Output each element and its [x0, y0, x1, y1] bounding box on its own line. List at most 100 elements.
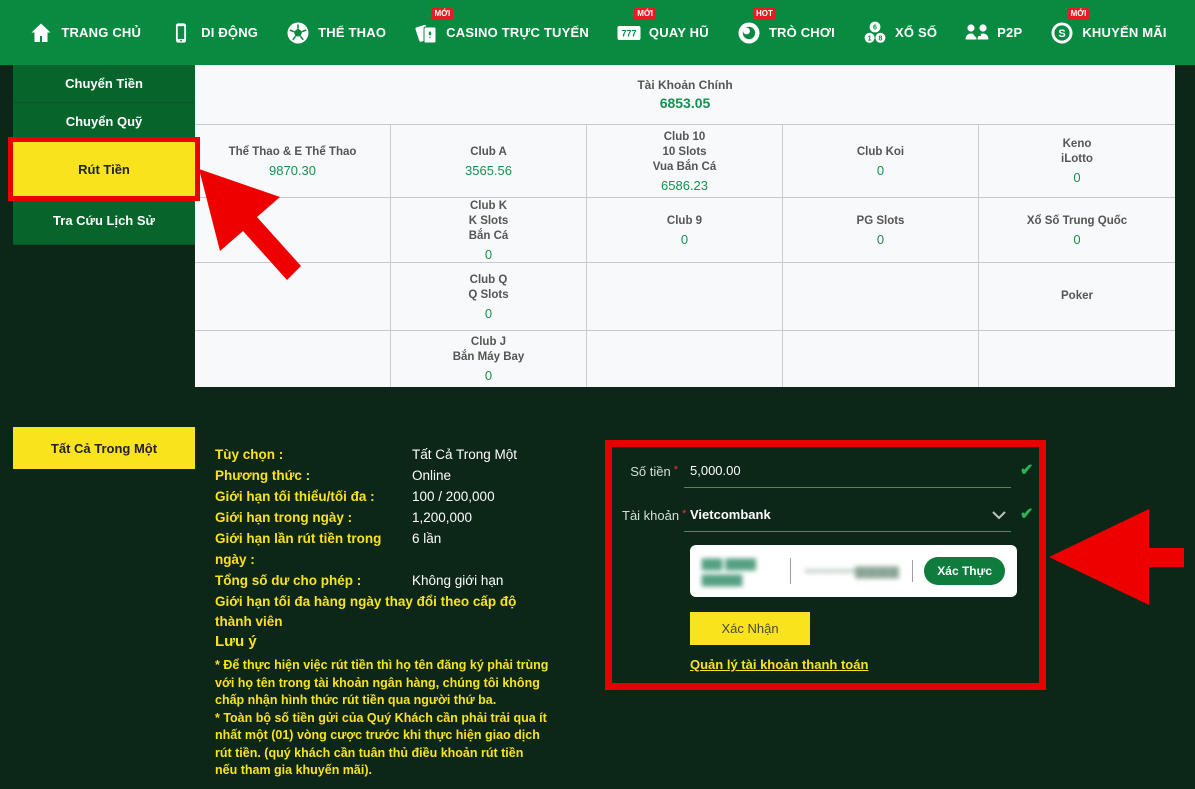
sidebar-item-rut-tien[interactable]: Rút Tiền — [13, 141, 195, 197]
account-cell-empty — [587, 263, 783, 330]
account-cell-label: Club J Bắn Máy Bay — [453, 335, 525, 365]
info-row: Giới hạn tối thiểu/tối đa : 100 / 200,00… — [215, 486, 605, 507]
amount-label: Số tiền* — [622, 461, 678, 479]
new-badge: MỚI — [1068, 8, 1090, 20]
info-label: Phương thức : — [215, 465, 412, 486]
info-row: Tùy chọn : Tất Cả Trong Một — [215, 444, 605, 465]
new-badge: MỚI — [431, 8, 453, 20]
notice-paragraphs: * Để thực hiện việc rút tiền thì họ tên … — [215, 657, 549, 780]
annotation-arrow-form — [1049, 509, 1184, 605]
account-cell-value: 0 — [877, 232, 884, 247]
account-cell-empty — [587, 331, 783, 387]
amount-input[interactable] — [690, 463, 930, 478]
nav-item-tro-choi[interactable]: HOT TRÒ CHƠI — [736, 20, 835, 46]
nav-item-xo-so[interactable]: 618 XỔ SỐ — [862, 20, 937, 46]
info-row: Tổng số dư cho phép : Không giới hạn — [215, 570, 605, 591]
chevron-down-icon — [991, 510, 1007, 520]
nav-item-di-dong[interactable]: DI ĐỘNG — [168, 20, 258, 46]
top-navigation: TRANG CHỦ DI ĐỘNG THỂ THAO MỚI CASINO TR… — [0, 0, 1195, 65]
info-label: Tùy chọn : — [215, 444, 412, 465]
mobile-icon — [168, 20, 194, 46]
sidebar-item-chuyen-tien[interactable]: Chuyển Tiền — [13, 65, 195, 103]
nav-item-casino[interactable]: MỚI CASINO TRỰC TUYẾN — [413, 20, 589, 46]
nav-item-label: CASINO TRỰC TUYẾN — [446, 25, 589, 40]
new-badge: MỚI — [634, 8, 656, 20]
account-cell-empty — [195, 263, 391, 330]
svg-text:8: 8 — [878, 35, 882, 42]
masked-account-name: ▆▆ ▆▆▆ ▆▆▆▆ — [702, 555, 776, 587]
info-label: Giới hạn tối thiểu/tối đa : — [215, 486, 412, 507]
annotation-box-withdraw-form: Số tiền* ✔ Tài khoản* Vietcombank ✔ ▆▆ ▆… — [605, 440, 1046, 690]
account-cell-value: 9870.30 — [269, 163, 316, 178]
verify-button[interactable]: Xác Thực — [924, 557, 1005, 585]
svg-text:777: 777 — [621, 28, 636, 38]
sidebar-item-tra-cuu-lich-su[interactable]: Tra Cứu Lịch Sử — [13, 197, 195, 245]
info-value: Online — [412, 465, 451, 486]
amount-row: Số tiền* ✔ — [622, 461, 1039, 488]
info-label: Giới hạn trong ngày : — [215, 507, 412, 528]
account-cell: Poker — [979, 263, 1175, 330]
account-cell-value: 0 — [1073, 232, 1080, 247]
account-cell: Xổ Số Trung Quốc 0 — [979, 198, 1175, 262]
notice-paragraph: * Để thực hiện việc rút tiền thì họ tên … — [215, 657, 549, 710]
account-cell-value: 0 — [1073, 170, 1080, 185]
sidebar: Chuyển Tiền Chuyển Quỹ Rút Tiền Tra Cứu … — [13, 65, 195, 245]
account-cell-label: Club 10 10 Slots Vua Bắn Cá — [653, 130, 716, 175]
account-cell: Club J Bắn Máy Bay 0 — [391, 331, 587, 387]
nav-item-label: TRANG CHỦ — [61, 25, 141, 40]
account-cell-label: Keno iLotto — [1061, 137, 1093, 167]
info-row: Giới hạn lần rút tiền trong ngày : 6 lần — [215, 528, 605, 570]
nav-item-p2p[interactable]: P2P — [964, 20, 1022, 46]
notice-paragraph: * Toàn bộ số tiền gửi của Quý Khách cần … — [215, 710, 549, 780]
playing-cards-icon: MỚI — [413, 20, 439, 46]
balances-table: Tài Khoản Chính 6853.05 Thể Thao & E Thể… — [195, 65, 1175, 387]
table-row: Thể Thao & E Thể Thao 9870.30 Club A 356… — [195, 124, 1175, 197]
account-cell: Club 9 0 — [587, 198, 783, 262]
main-account-value: 6853.05 — [660, 95, 711, 111]
table-row: Club K K Slots Bắn Cá 0 Club 9 0 PG Slot… — [195, 197, 1175, 262]
method-button-tat-ca-trong-mot[interactable]: Tất Cả Trong Một — [13, 427, 195, 469]
account-select[interactable]: Vietcombank — [684, 505, 1011, 532]
main-account-cell: Tài Khoản Chính 6853.05 — [195, 65, 1175, 124]
table-row: Club J Bắn Máy Bay 0 — [195, 330, 1175, 387]
info-label: Tổng số dư cho phép : — [215, 570, 412, 591]
account-cell-empty — [979, 331, 1175, 387]
account-cell: Thể Thao & E Thể Thao 9870.30 — [195, 125, 391, 197]
account-label: Tài khoản* — [622, 505, 678, 523]
account-cell: PG Slots 0 — [783, 198, 979, 262]
account-cell: Club K K Slots Bắn Cá 0 — [391, 198, 587, 262]
nav-item-quay-hu[interactable]: 777 MỚI QUAY HŨ — [616, 20, 709, 46]
masked-account-number: ▪▪▪▪▪▪▪▪▪▆▆▆▆ — [805, 563, 899, 579]
info-row: Giới hạn trong ngày : 1,200,000 — [215, 507, 605, 528]
account-cell-label: PG Slots — [857, 214, 905, 229]
nav-item-label: P2P — [997, 25, 1022, 40]
account-cell: Club Q Q Slots 0 — [391, 263, 587, 330]
info-value: 100 / 200,000 — [412, 486, 495, 507]
game-controller-icon: HOT — [736, 20, 762, 46]
nav-item-trang-chu[interactable]: TRANG CHỦ — [28, 20, 141, 46]
nav-item-label: TRÒ CHƠI — [769, 25, 835, 40]
account-cell-value: 0 — [485, 368, 492, 383]
account-cell: Club A 3565.56 — [391, 125, 587, 197]
page: TRANG CHỦ DI ĐỘNG THỂ THAO MỚI CASINO TR… — [0, 0, 1195, 789]
account-cell-label: Thể Thao & E Thể Thao — [229, 145, 357, 160]
info-value: 1,200,000 — [412, 507, 472, 528]
sidebar-item-chuyen-quy[interactable]: Chuyển Quỹ — [13, 103, 195, 141]
svg-text:6: 6 — [873, 24, 877, 31]
nav-item-khuyen-mai[interactable]: S MỚI KHUYẾN MÃI — [1049, 20, 1166, 46]
account-cell-label: Club Koi — [857, 145, 904, 160]
account-cell-label: Club K K Slots Bắn Cá — [469, 199, 509, 244]
nav-item-label: DI ĐỘNG — [201, 25, 258, 40]
submit-button[interactable]: Xác Nhận — [690, 612, 810, 645]
amount-field[interactable] — [684, 461, 1011, 488]
account-cell-label: Poker — [1061, 289, 1093, 304]
slot-machine-icon: 777 MỚI — [616, 20, 642, 46]
table-row: Club Q Q Slots 0 Poker — [195, 262, 1175, 330]
hot-badge: HOT — [753, 8, 776, 20]
nav-item-label: XỔ SỐ — [895, 25, 937, 40]
required-asterisk: * — [674, 464, 678, 476]
notice-title: Lưu ý — [215, 633, 257, 650]
info-label: Giới hạn lần rút tiền trong ngày : — [215, 528, 412, 570]
manage-accounts-link[interactable]: Quản lý tài khoản thanh toán — [690, 657, 868, 672]
nav-item-the-thao[interactable]: THỂ THAO — [285, 20, 386, 46]
